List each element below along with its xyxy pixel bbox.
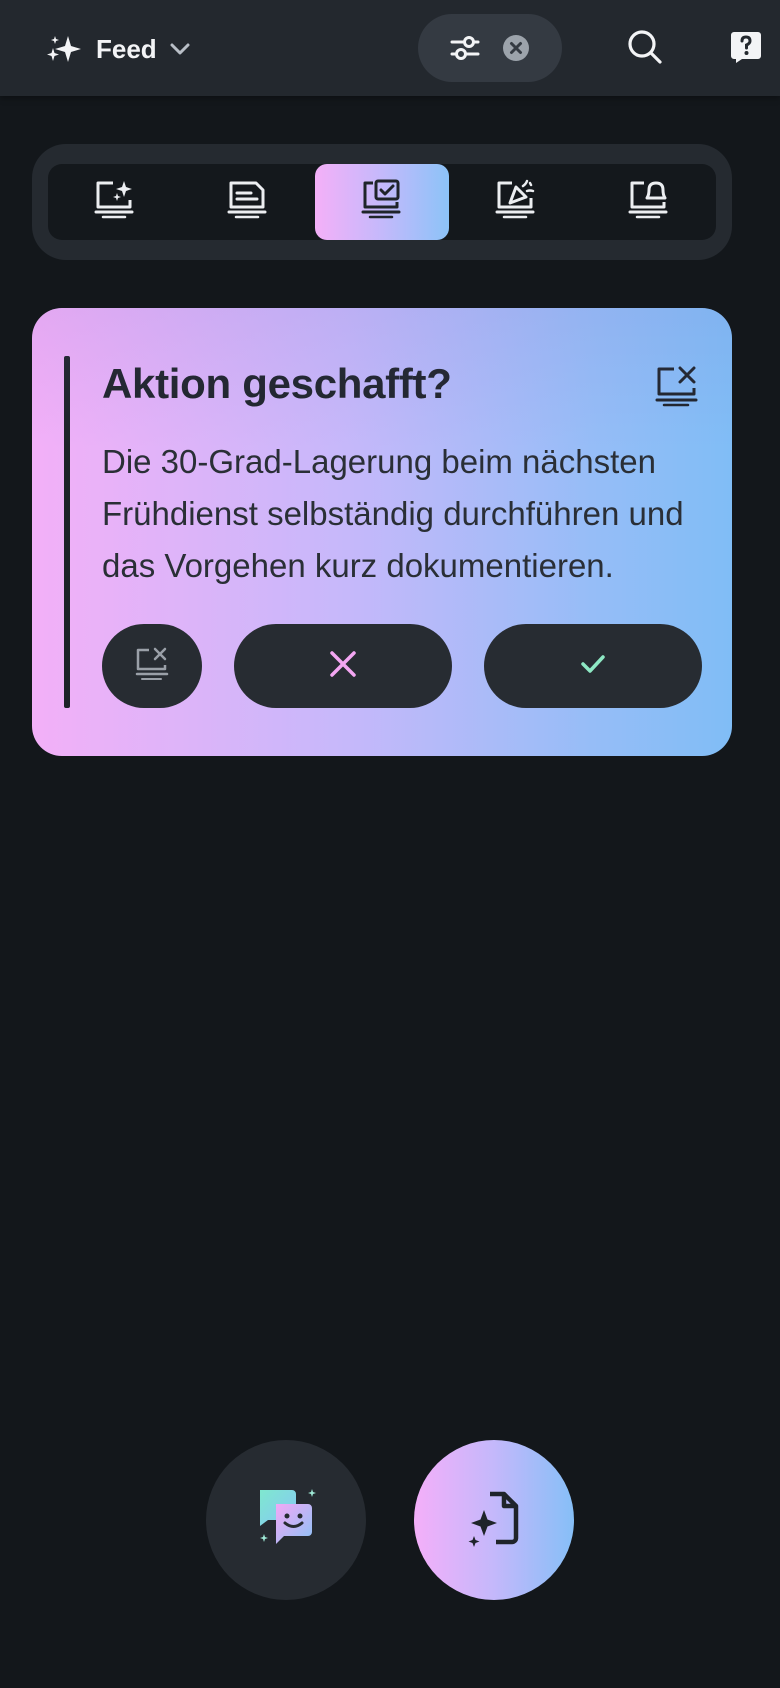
clear-filter-icon[interactable] [502, 34, 530, 62]
search-icon[interactable] [624, 26, 666, 68]
filter-control [418, 14, 562, 82]
feed-label: Feed [96, 33, 157, 64]
card-accent-bar [64, 356, 70, 708]
screen-checkbox-icon [360, 178, 404, 227]
category-tabs-track [48, 164, 716, 240]
top-bar: Feed [0, 0, 780, 96]
tab-notes[interactable] [182, 164, 316, 240]
tab-celebrations[interactable] [449, 164, 583, 240]
chat-smiley-icon [254, 1486, 318, 1555]
close-icon [328, 649, 358, 684]
tab-reminders[interactable] [582, 164, 716, 240]
category-tabs [32, 144, 732, 260]
sparkles-icon [44, 32, 84, 66]
dismiss-button[interactable] [102, 624, 202, 708]
create-entry-button[interactable] [414, 1440, 574, 1600]
feed-dropdown[interactable]: Feed [44, 28, 191, 70]
feed-screen: Feed Aktion geschafft? Die 30-Grad-Lager… [0, 0, 780, 1688]
document-sparkle-icon [462, 1486, 526, 1555]
screen-dismiss-icon [134, 646, 170, 687]
card-title: Aktion geschafft? [102, 360, 452, 407]
action-card: Aktion geschafft? Die 30-Grad-Lagerung b… [32, 308, 732, 756]
filter-sliders-icon[interactable] [450, 35, 480, 61]
not-done-button[interactable] [234, 624, 452, 708]
done-button[interactable] [484, 624, 702, 708]
tab-actions[interactable] [315, 164, 449, 240]
chat-button[interactable] [206, 1440, 366, 1600]
card-body: Die 30-Grad-Lagerung beim nächsten Frühd… [102, 443, 684, 584]
screen-dismiss-icon[interactable] [654, 364, 700, 410]
screen-document-icon [226, 178, 270, 227]
check-icon [579, 653, 607, 680]
screen-party-icon [494, 178, 538, 227]
screen-sparkles-icon [93, 178, 137, 227]
card-actions [102, 624, 732, 708]
help-icon[interactable] [730, 30, 762, 64]
chevron-down-icon [169, 42, 191, 56]
screen-bell-icon [627, 178, 671, 227]
tab-all[interactable] [48, 164, 182, 240]
